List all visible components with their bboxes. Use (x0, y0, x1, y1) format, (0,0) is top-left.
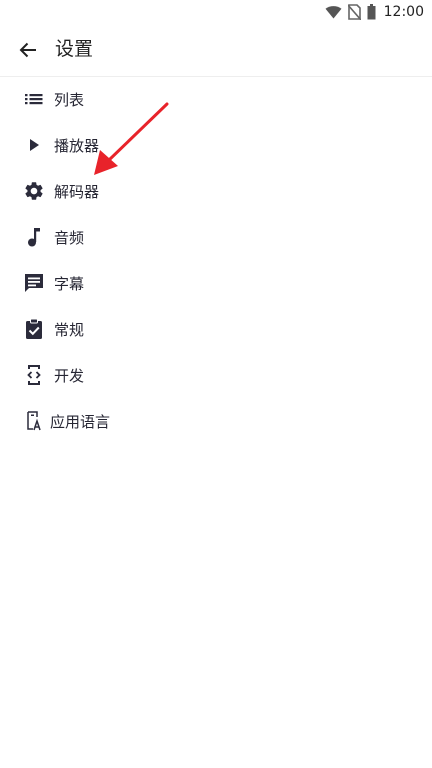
menu-item-label: 解码器 (54, 182, 100, 201)
menu-item-label: 列表 (54, 90, 85, 109)
menu-item-player[interactable]: 播放器 (0, 122, 432, 168)
app-bar: 设置 (0, 24, 432, 77)
gear-icon (23, 180, 45, 202)
menu-item-developer[interactable]: 开发 (0, 352, 432, 398)
menu-item-app-language[interactable]: 应用语言 (0, 398, 432, 444)
play-icon (23, 134, 45, 156)
menu-item-label: 开发 (54, 366, 85, 385)
menu-item-decoder[interactable]: 解码器 (0, 168, 432, 214)
menu-item-label: 常规 (54, 320, 85, 339)
subtitle-icon (23, 272, 45, 294)
status-icons: 12:00 (325, 3, 424, 21)
menu-item-label: 应用语言 (50, 412, 111, 431)
menu-item-list[interactable]: 列表 (0, 76, 432, 122)
battery-icon (367, 4, 376, 20)
menu-item-audio[interactable]: 音频 (0, 214, 432, 260)
music-note-icon (23, 226, 45, 248)
menu-item-label: 播放器 (54, 136, 100, 155)
status-time: 12:00 (383, 4, 424, 20)
menu-item-general[interactable]: 常规 (0, 306, 432, 352)
developer-icon (23, 364, 45, 386)
status-bar: 12:00 (0, 0, 432, 24)
language-icon (23, 410, 45, 432)
menu-item-label: 字幕 (54, 274, 85, 293)
menu-item-label: 音频 (54, 228, 85, 247)
menu-item-subtitles[interactable]: 字幕 (0, 260, 432, 306)
no-sim-icon (347, 4, 361, 20)
page-title: 设置 (55, 38, 94, 60)
list-icon (23, 88, 45, 110)
clipboard-check-icon (23, 318, 45, 340)
arrow-back-icon (19, 42, 36, 58)
settings-menu: 列表 播放器 解码器 音频 字幕 常规 开发 应用语言 (0, 76, 432, 444)
wifi-icon (325, 6, 342, 19)
back-button[interactable] (10, 32, 46, 68)
